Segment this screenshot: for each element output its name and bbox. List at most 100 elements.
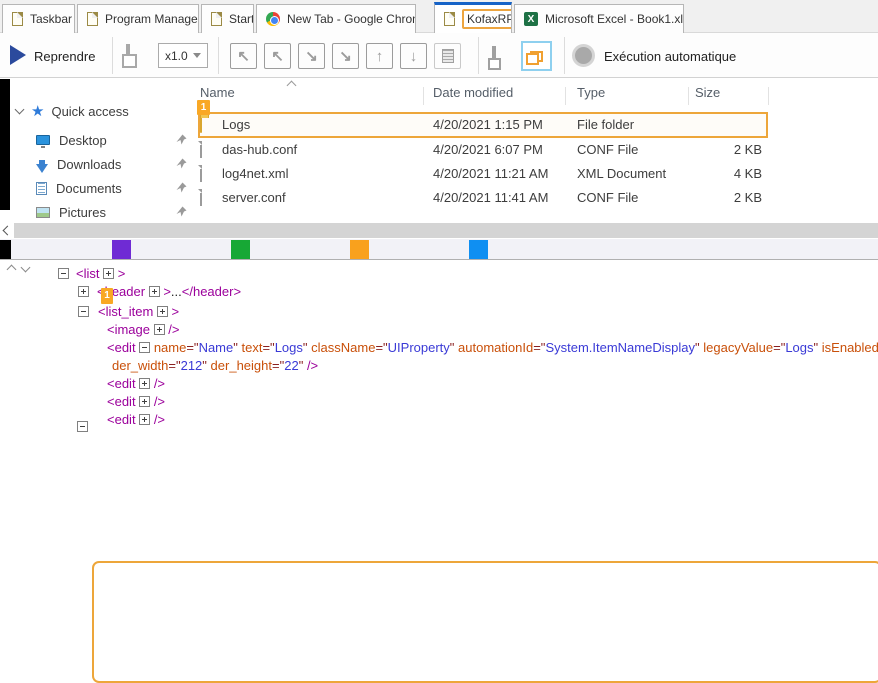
scroll-left-icon[interactable] (3, 226, 13, 236)
column-divider[interactable] (688, 87, 689, 105)
tree-node-list-item[interactable]: <list_item > (98, 304, 179, 320)
quick-access-node[interactable]: ★ Quick access (31, 102, 129, 120)
expand-icon[interactable] (149, 286, 160, 297)
sidebar-item-label: Desktop (59, 133, 107, 148)
sidebar-item-label: Documents (56, 181, 122, 196)
tab-taskbar[interactable]: Taskbar (2, 4, 75, 33)
tab-label: New Tab - Google Chrome (287, 12, 416, 26)
expand-icon[interactable] (154, 324, 165, 335)
tree-node-header[interactable]: <header >...</header> (97, 284, 241, 300)
tab-excel[interactable]: X Microsoft Excel - Book1.xlsx (514, 4, 684, 33)
tree-selection-badge: 1 (101, 288, 113, 304)
sidebar-item-label: Downloads (57, 157, 121, 172)
new-window-button[interactable] (492, 48, 496, 66)
arrow-up-left-icon: ↖ (237, 47, 250, 65)
step-back-into-button[interactable]: ↖ (264, 43, 291, 69)
file-size: 2 KB (660, 142, 762, 157)
tree-node-edit[interactable]: <edit /> (107, 394, 165, 410)
expand-icon[interactable] (78, 286, 89, 297)
collapse-icon[interactable] (78, 306, 89, 317)
collapse-all-icon[interactable] (7, 265, 17, 275)
file-icon (200, 189, 202, 206)
tab-label: Microsoft Excel - Book1.xlsx (545, 12, 684, 26)
pin-icon[interactable] (176, 182, 187, 193)
attribute-list: name="Name" text="Logs" className="UIPro… (154, 340, 878, 355)
reuse-window-button-selected[interactable] (521, 41, 552, 71)
refresh-page-icon (126, 44, 130, 65)
column-header-date[interactable]: Date modified (433, 85, 513, 100)
sidebar-item-desktop[interactable]: Desktop (36, 129, 196, 151)
tag-open: <list_item (98, 304, 153, 319)
pin-icon[interactable] (176, 206, 187, 217)
column-divider[interactable] (768, 87, 769, 105)
desktop-icon (36, 135, 50, 145)
auto-execution-toggle-icon[interactable] (572, 44, 595, 67)
sidebar-item-pictures[interactable]: Pictures (36, 201, 196, 223)
tree-node-image[interactable]: <image /> (107, 322, 179, 338)
tree-node-edit-attrs[interactable]: <edit name="Name" text="Logs" className=… (107, 340, 878, 356)
tab-label: Taskbar (30, 12, 72, 26)
tag-open: <edit (107, 412, 136, 427)
toolbar-separator (112, 37, 113, 74)
sort-ascending-icon (287, 81, 297, 91)
step-into-button[interactable]: ↘ (298, 43, 325, 69)
tab-chrome[interactable]: New Tab - Google Chrome (256, 4, 416, 33)
scrollbar-thumb[interactable] (14, 223, 878, 238)
tree-node-list[interactable]: <list > (76, 266, 125, 282)
copy-page-button[interactable] (434, 43, 461, 69)
quick-access-label: Quick access (51, 104, 128, 119)
page-icon (211, 12, 222, 26)
arrow-up-left-icon: ↖ (271, 47, 284, 65)
file-name: das-hub.conf (222, 142, 297, 157)
column-header-size[interactable]: Size (695, 85, 720, 100)
file-row-log4net[interactable]: log4net.xml 4/20/2021 11:21 AM XML Docum… (190, 162, 878, 186)
chevron-down-icon (193, 53, 201, 58)
sidebar-item-documents[interactable]: Documents (36, 177, 196, 199)
file-row-das-hub[interactable]: das-hub.conf 4/20/2021 6:07 PM CONF File… (190, 138, 878, 162)
expand-icon[interactable] (103, 268, 114, 279)
tag-open: <edit (107, 394, 136, 409)
expand-icon[interactable] (157, 306, 168, 317)
step-down-button[interactable]: ↓ (400, 43, 427, 69)
tab-start[interactable]: Start (201, 4, 254, 33)
expand-icon[interactable] (139, 396, 150, 407)
arrow-down-icon: ↓ (410, 48, 418, 65)
expand-icon[interactable] (139, 414, 150, 425)
resume-button[interactable]: Reprendre (34, 49, 95, 64)
step-back-over-button[interactable]: ↖ (230, 43, 257, 69)
column-divider[interactable] (423, 87, 424, 105)
step-up-button[interactable]: ↑ (366, 43, 393, 69)
color-swatch-black (0, 240, 11, 259)
horizontal-scrollbar[interactable] (0, 222, 878, 239)
expand-icon[interactable] (139, 378, 150, 389)
tab-kofaxrpa[interactable]: KofaxRPA (434, 2, 512, 33)
zoom-select[interactable]: x1.0 (158, 43, 208, 68)
chevron-down-icon[interactable] (15, 105, 25, 115)
column-divider[interactable] (565, 87, 566, 105)
collapse-icon[interactable] (58, 268, 69, 279)
sidebar-item-downloads[interactable]: Downloads (36, 153, 196, 175)
step-over-button[interactable]: ↘ (332, 43, 359, 69)
zoom-value: x1.0 (165, 49, 188, 63)
file-date: 4/20/2021 6:07 PM (433, 142, 543, 157)
column-header-name[interactable]: Name (200, 85, 235, 100)
refresh-page-button[interactable] (126, 46, 130, 64)
collapse-icon[interactable] (77, 421, 88, 432)
tag-close: </header> (182, 284, 241, 299)
tree-node-edit[interactable]: <edit /> (107, 376, 165, 392)
column-header-type[interactable]: Type (577, 85, 605, 100)
tree-node-edit-attrs-wrap[interactable]: der_width="212" der_height="22" /> (112, 358, 318, 374)
pin-icon[interactable] (176, 134, 187, 145)
file-row-server[interactable]: server.conf 4/20/2021 11:41 AM CONF File… (190, 186, 878, 210)
tag-gt: > (163, 284, 171, 299)
file-type: CONF File (577, 190, 638, 205)
selection-badge: 1 (197, 100, 210, 115)
expand-all-icon[interactable] (21, 263, 31, 273)
collapse-icon[interactable] (139, 342, 150, 353)
file-row-logs[interactable]: Logs 4/20/2021 1:15 PM File folder (190, 113, 878, 137)
document-icon (36, 182, 47, 195)
pin-icon[interactable] (176, 158, 187, 169)
file-type: File folder (577, 117, 634, 132)
resume-play-icon[interactable] (10, 45, 26, 65)
tab-program-manager[interactable]: Program Manager (77, 4, 199, 33)
